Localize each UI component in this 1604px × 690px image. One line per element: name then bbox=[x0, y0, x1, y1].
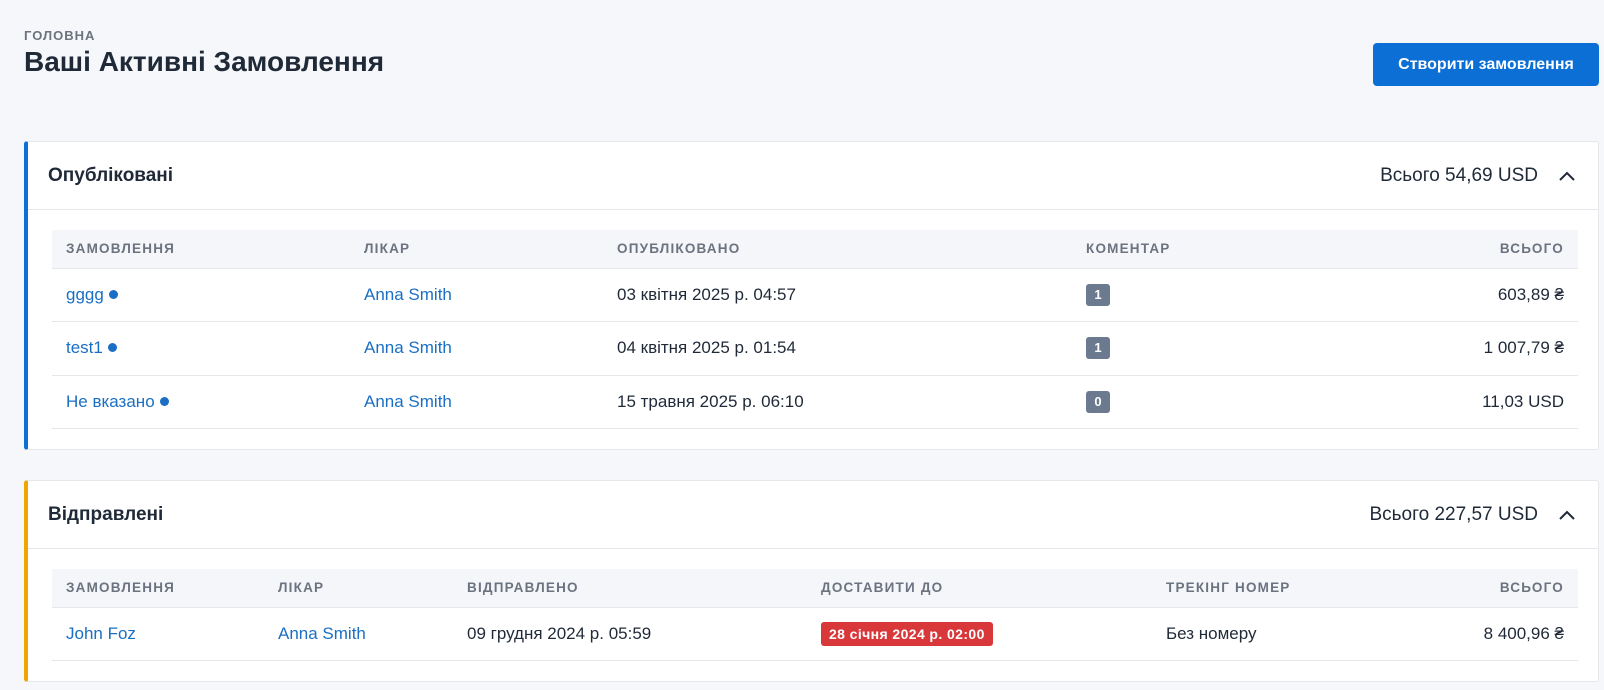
column-header-deliver-by[interactable]: ДОСТАВИТИ ДО bbox=[807, 569, 1152, 608]
active-orders-page: ГОЛОВНА Ваші Активні Замовлення Створити… bbox=[0, 0, 1604, 690]
table-row[interactable]: gggg Anna Smith 03 квітня 2025 р. 04:57 … bbox=[52, 268, 1578, 322]
unread-dot-icon bbox=[107, 343, 117, 353]
order-total: 11,03 USD bbox=[1372, 375, 1578, 429]
column-header-order[interactable]: ЗАМОВЛЕННЯ bbox=[52, 230, 350, 269]
order-link[interactable]: Не вказано bbox=[66, 392, 155, 411]
column-header-published[interactable]: ОПУБЛІКОВАНО bbox=[603, 230, 1072, 269]
doctor-link[interactable]: Anna Smith bbox=[364, 338, 452, 357]
page-title: Ваші Активні Замовлення bbox=[24, 46, 385, 77]
unread-dot-icon bbox=[159, 396, 169, 406]
column-header-tracking[interactable]: ТРЕКІНГ НОМЕР bbox=[1152, 569, 1392, 608]
unread-dot-icon bbox=[108, 289, 118, 299]
column-header-total[interactable]: ВСЬОГО bbox=[1392, 569, 1578, 608]
column-header-doctor[interactable]: ЛІКАР bbox=[350, 230, 603, 269]
section-title: Опубліковані bbox=[48, 164, 174, 186]
tracking-number: Без номеру bbox=[1152, 607, 1392, 661]
doctor-link[interactable]: Anna Smith bbox=[364, 285, 452, 304]
order-link[interactable]: test1 bbox=[66, 338, 103, 357]
table-header-row: ЗАМОВЛЕННЯ ЛІКАР ВІДПРАВЛЕНО ДОСТАВИТИ Д… bbox=[52, 569, 1578, 608]
column-header-total[interactable]: ВСЬОГО bbox=[1372, 230, 1578, 269]
order-total: 1 007,79 ₴ bbox=[1372, 321, 1578, 376]
order-link[interactable]: gggg bbox=[66, 285, 104, 304]
overdue-deadline-badge: 28 січня 2024 р. 02:00 bbox=[821, 621, 993, 646]
column-header-comment[interactable]: КОМЕНТАР bbox=[1072, 230, 1372, 269]
comment-count-badge: 1 bbox=[1086, 337, 1110, 360]
table-row[interactable]: John Foz Anna Smith 09 грудня 2024 р. 05… bbox=[52, 607, 1578, 661]
chevron-up-icon[interactable] bbox=[1556, 165, 1578, 187]
sent-card-header[interactable]: Відправлені Всього 227,57 USD bbox=[28, 481, 1598, 549]
chevron-up-icon[interactable] bbox=[1556, 504, 1578, 526]
sent-orders-table: ЗАМОВЛЕННЯ ЛІКАР ВІДПРАВЛЕНО ДОСТАВИТИ Д… bbox=[52, 569, 1578, 661]
published-date: 15 травня 2025 р. 06:10 bbox=[603, 375, 1072, 429]
create-order-button[interactable]: Створити замовлення bbox=[1373, 43, 1599, 86]
doctor-link[interactable]: Anna Smith bbox=[278, 624, 366, 643]
published-card-header[interactable]: Опубліковані Всього 54,69 USD bbox=[28, 142, 1598, 210]
published-date: 04 квітня 2025 р. 01:54 bbox=[603, 321, 1072, 376]
published-orders-card: Опубліковані Всього 54,69 USD ЗАМОВЛЕННЯ… bbox=[24, 141, 1599, 450]
section-title: Відправлені bbox=[48, 503, 164, 525]
order-total: 8 400,96 ₴ bbox=[1392, 607, 1578, 661]
comment-count-badge: 1 bbox=[1086, 283, 1110, 306]
order-link[interactable]: John Foz bbox=[66, 624, 136, 643]
sent-date: 09 грудня 2024 р. 05:59 bbox=[453, 607, 807, 661]
column-header-sent[interactable]: ВІДПРАВЛЕНО bbox=[453, 569, 807, 608]
table-header-row: ЗАМОВЛЕННЯ ЛІКАР ОПУБЛІКОВАНО КОМЕНТАР В… bbox=[52, 230, 1578, 269]
section-total: Всього 227,57 USD bbox=[1369, 503, 1538, 525]
breadcrumb[interactable]: ГОЛОВНА bbox=[24, 28, 95, 43]
published-orders-table: ЗАМОВЛЕННЯ ЛІКАР ОПУБЛІКОВАНО КОМЕНТАР В… bbox=[52, 230, 1578, 429]
table-row[interactable]: Не вказано Anna Smith 15 травня 2025 р. … bbox=[52, 375, 1578, 429]
published-date: 03 квітня 2025 р. 04:57 bbox=[603, 268, 1072, 322]
column-header-doctor[interactable]: ЛІКАР bbox=[264, 569, 453, 608]
comment-count-badge: 0 bbox=[1086, 390, 1110, 413]
column-header-order[interactable]: ЗАМОВЛЕННЯ bbox=[52, 569, 264, 608]
section-total: Всього 54,69 USD bbox=[1380, 164, 1538, 186]
doctor-link[interactable]: Anna Smith bbox=[364, 392, 452, 411]
order-total: 603,89 ₴ bbox=[1372, 268, 1578, 322]
table-row[interactable]: test1 Anna Smith 04 квітня 2025 р. 01:54… bbox=[52, 321, 1578, 376]
sent-orders-card: Відправлені Всього 227,57 USD ЗАМОВЛЕННЯ… bbox=[24, 480, 1599, 682]
